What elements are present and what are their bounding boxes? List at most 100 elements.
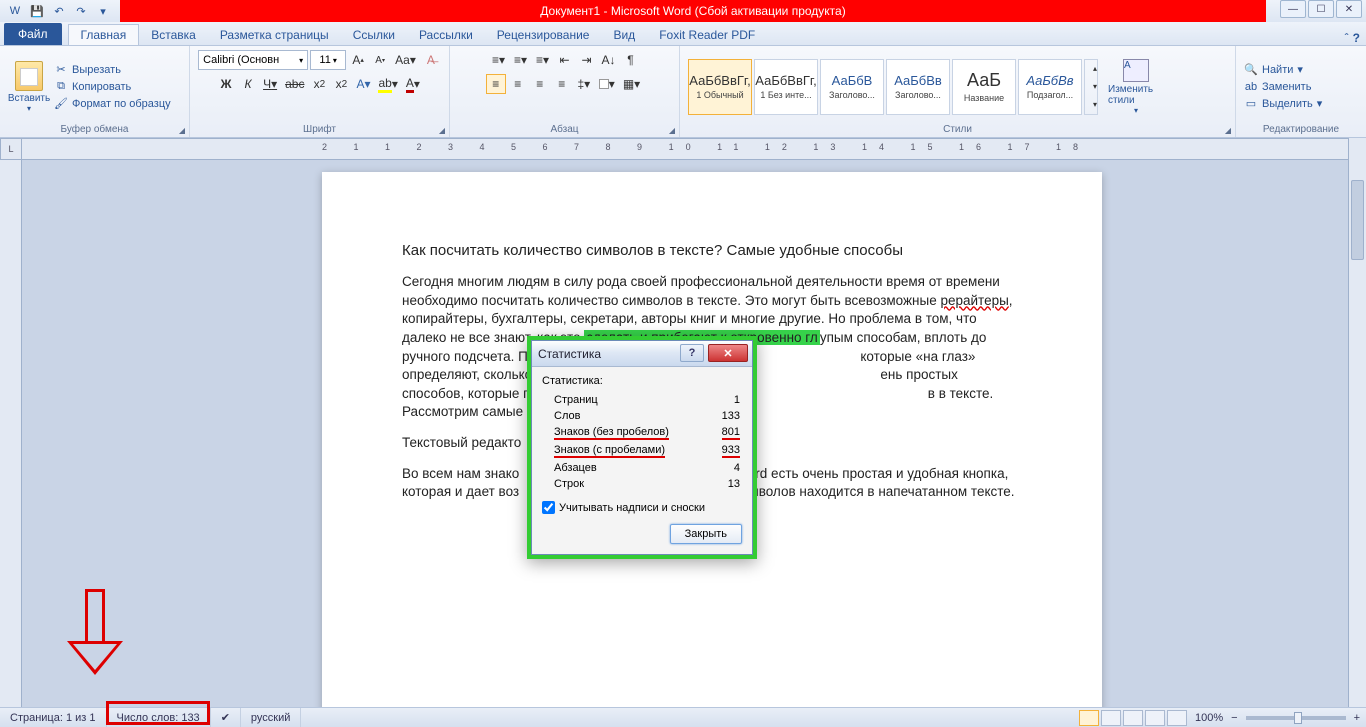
status-word-count[interactable]: Число слов: 133 xyxy=(107,708,211,727)
italic-button[interactable]: К xyxy=(238,74,258,94)
font-size-combo[interactable]: 11▾ xyxy=(310,50,346,70)
print-layout-view-button[interactable] xyxy=(1079,710,1099,726)
shading-button[interactable]: ▾ xyxy=(596,74,618,94)
find-button[interactable]: 🔍Найти ▾ xyxy=(1244,63,1322,77)
checkbox-input[interactable] xyxy=(542,501,555,514)
dialog-titlebar[interactable]: Статистика ? ✕ xyxy=(532,341,752,367)
shrink-font-button[interactable]: A▾ xyxy=(370,50,390,70)
dialog-launcher-icon[interactable]: ◢ xyxy=(669,126,675,135)
dialog-close-button[interactable]: ✕ xyxy=(708,344,748,362)
line-spacing-button[interactable]: ‡▾ xyxy=(574,74,594,94)
select-button[interactable]: ▭Выделить ▾ xyxy=(1244,97,1322,111)
undo-icon[interactable]: ↶ xyxy=(50,2,68,20)
gallery-more-icon[interactable]: ▾ xyxy=(1085,96,1105,114)
style-subtitle[interactable]: АаБбВвПодзагол... xyxy=(1018,59,1082,115)
decrease-indent-button[interactable]: ⇤ xyxy=(554,50,574,70)
style-title[interactable]: АаБНазвание xyxy=(952,59,1016,115)
underline-button[interactable]: Ч▾ xyxy=(260,74,280,94)
styles-gallery[interactable]: АаБбВвГг,1 Обычный АаБбВвГг,1 Без инте..… xyxy=(688,59,1098,115)
paste-button[interactable]: Вставить▾ xyxy=(8,54,50,120)
dialog-close-ok-button[interactable]: Закрыть xyxy=(670,524,742,544)
tab-mailings[interactable]: Рассылки xyxy=(407,25,485,45)
find-icon: 🔍 xyxy=(1244,63,1258,77)
group-editing: 🔍Найти ▾ abЗаменить ▭Выделить ▾ Редактир… xyxy=(1236,46,1366,137)
ruler-toggle[interactable] xyxy=(1348,138,1366,160)
group-label-clipboard: Буфер обмена◢ xyxy=(8,123,181,135)
zoom-slider[interactable] xyxy=(1246,716,1346,720)
minimize-ribbon-icon[interactable]: ˆ xyxy=(1345,31,1349,45)
replace-button[interactable]: abЗаменить xyxy=(1244,80,1322,94)
align-left-button[interactable]: ≡ xyxy=(486,74,506,94)
tab-insert[interactable]: Вставка xyxy=(139,25,208,45)
document-canvas[interactable]: Как посчитать количество символов в текс… xyxy=(22,160,1348,707)
style-heading1[interactable]: АаБбВЗаголово... xyxy=(820,59,884,115)
include-textboxes-checkbox[interactable]: Учитывать надписи и сноски xyxy=(542,501,742,514)
copy-button[interactable]: ⧉Копировать xyxy=(54,80,171,94)
zoom-in-button[interactable]: + xyxy=(1354,712,1360,724)
zoom-out-button[interactable]: − xyxy=(1231,712,1237,724)
style-heading2[interactable]: АаБбВвЗаголово... xyxy=(886,59,950,115)
status-page[interactable]: Страница: 1 из 1 xyxy=(0,708,107,727)
redo-icon[interactable]: ↷ xyxy=(72,2,90,20)
maximize-button[interactable]: ☐ xyxy=(1308,0,1334,18)
font-color-button[interactable]: A▾ xyxy=(403,74,423,94)
tab-layout[interactable]: Разметка страницы xyxy=(208,25,341,45)
superscript-button[interactable]: x2 xyxy=(331,74,351,94)
strike-button[interactable]: abc xyxy=(282,74,307,94)
align-right-button[interactable]: ≡ xyxy=(530,74,550,94)
numbering-button[interactable]: ≡▾ xyxy=(510,50,530,70)
dialog-launcher-icon[interactable]: ◢ xyxy=(439,126,445,135)
bullets-button[interactable]: ≡▾ xyxy=(488,50,508,70)
web-view-button[interactable] xyxy=(1123,710,1143,726)
close-window-button[interactable]: ✕ xyxy=(1336,0,1362,18)
tab-review[interactable]: Рецензирование xyxy=(485,25,602,45)
qat-more-icon[interactable]: ▾ xyxy=(94,2,112,20)
sort-button[interactable]: A↓ xyxy=(598,50,618,70)
subscript-button[interactable]: x2 xyxy=(309,74,329,94)
tab-selector[interactable]: L xyxy=(0,138,22,160)
gallery-up-icon[interactable]: ▴ xyxy=(1085,60,1105,78)
dialog-help-button[interactable]: ? xyxy=(680,344,704,362)
text-effects-button[interactable]: A▾ xyxy=(353,74,373,94)
outline-view-button[interactable] xyxy=(1145,710,1165,726)
status-proofing[interactable]: ✔ xyxy=(211,708,241,727)
dialog-launcher-icon[interactable]: ◢ xyxy=(1225,126,1231,135)
vertical-scrollbar[interactable] xyxy=(1348,160,1366,707)
vertical-ruler[interactable] xyxy=(0,160,22,707)
annotation-arrow xyxy=(67,589,123,679)
stat-row-pages: Страниц1 xyxy=(544,393,740,407)
format-painter-button[interactable]: 🖌Формат по образцу xyxy=(54,97,171,111)
dialog-launcher-icon[interactable]: ◢ xyxy=(179,126,185,135)
draft-view-button[interactable] xyxy=(1167,710,1187,726)
justify-button[interactable]: ≡ xyxy=(552,74,572,94)
gallery-down-icon[interactable]: ▾ xyxy=(1085,78,1105,96)
scrollbar-thumb[interactable] xyxy=(1351,180,1364,260)
zoom-level[interactable]: 100% xyxy=(1195,712,1223,724)
tab-foxit[interactable]: Foxit Reader PDF xyxy=(647,25,767,45)
highlight-button[interactable]: ab▾ xyxy=(375,74,400,94)
font-name-combo[interactable]: Calibri (Основн▾ xyxy=(198,50,308,70)
change-case-button[interactable]: Aa▾ xyxy=(392,50,419,70)
horizontal-ruler[interactable]: 2 1 1 2 3 4 5 6 7 8 9 10 11 12 13 14 15 … xyxy=(22,138,1348,160)
tab-file[interactable]: Файл xyxy=(4,23,62,45)
increase-indent-button[interactable]: ⇥ xyxy=(576,50,596,70)
status-language[interactable]: русский xyxy=(241,708,301,727)
style-no-spacing[interactable]: АаБбВвГг,1 Без инте... xyxy=(754,59,818,115)
tab-home[interactable]: Главная xyxy=(68,24,140,45)
grow-font-button[interactable]: A▴ xyxy=(348,50,368,70)
cut-button[interactable]: ✂Вырезать xyxy=(54,63,171,77)
bold-button[interactable]: Ж xyxy=(216,74,236,94)
style-normal[interactable]: АаБбВвГг,1 Обычный xyxy=(688,59,752,115)
tab-references[interactable]: Ссылки xyxy=(341,25,407,45)
clear-formatting-button[interactable]: A̶ xyxy=(421,50,441,70)
borders-button[interactable]: ▦▾ xyxy=(620,74,643,94)
multilevel-button[interactable]: ≡▾ xyxy=(532,50,552,70)
help-icon[interactable]: ? xyxy=(1353,31,1360,45)
tab-view[interactable]: Вид xyxy=(601,25,647,45)
align-center-button[interactable]: ≡ xyxy=(508,74,528,94)
change-styles-button[interactable]: A Изменить стили▾ xyxy=(1108,59,1164,115)
minimize-button[interactable]: — xyxy=(1280,0,1306,18)
fullscreen-view-button[interactable] xyxy=(1101,710,1121,726)
save-icon[interactable]: 💾 xyxy=(28,2,46,20)
show-marks-button[interactable]: ¶ xyxy=(621,50,641,70)
